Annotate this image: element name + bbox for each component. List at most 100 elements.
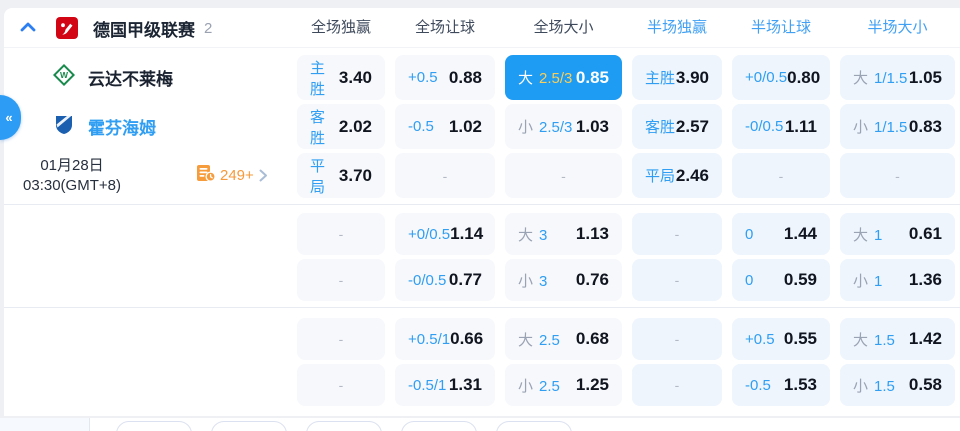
odds-value: 0.83 bbox=[908, 116, 942, 136]
odds-cell-ft-handicap-away[interactable]: -0.5 1.02 bbox=[395, 104, 495, 149]
odds-cell-ft-handicap[interactable]: -0.5/1 1.31 bbox=[395, 364, 495, 406]
odds-value: 1.11 bbox=[784, 116, 817, 136]
empty-odds-dash: - bbox=[338, 226, 344, 242]
over-label: 大 bbox=[518, 331, 534, 349]
odds-cell-ft-draw[interactable]: 平局 3.70 bbox=[297, 153, 385, 198]
odds-value: 0.59 bbox=[783, 270, 817, 289]
table-row: - -0/0.5 0.77 小 3 0.76 - 0 0.59 小 1 1.36 bbox=[4, 257, 960, 303]
under-label: 小 bbox=[853, 119, 869, 136]
under-label: 小 bbox=[518, 377, 534, 395]
more-markets-link[interactable]: 249+ bbox=[196, 164, 268, 187]
handicap-line: +0.5 bbox=[745, 330, 775, 348]
overunder-line: 2.5/3 bbox=[539, 119, 573, 136]
odds-cell-ft-under[interactable]: 小 2.5/3 1.03 bbox=[505, 104, 622, 149]
over-label: 大 bbox=[518, 70, 534, 87]
odds-cell-ht-win-home[interactable]: 主胜 3.90 bbox=[632, 55, 722, 100]
odds-cell-ht-handicap[interactable]: -0.5 1.53 bbox=[732, 364, 830, 406]
over-label: 大 bbox=[853, 331, 869, 349]
odds-cell-empty: - bbox=[297, 259, 385, 301]
odds-value: 1.53 bbox=[783, 375, 817, 394]
empty-odds-dash: - bbox=[674, 272, 680, 288]
odds-value: 2.46 bbox=[675, 165, 709, 185]
odds-cell-ht-under[interactable]: 小 1 1.36 bbox=[840, 259, 955, 301]
overunder-line: 2.5 bbox=[539, 331, 560, 349]
handicap-line: 0 bbox=[745, 225, 754, 243]
league-header: 德国甲级联赛 2 全场独赢 全场让球 全场大小 半场独赢 半场让球 半场大小 bbox=[4, 8, 960, 48]
selection-cluster: 小 1 bbox=[853, 270, 882, 291]
odds-section-main: W 云达不莱梅 主胜 3.40 +0.5 0.88 大 2.5/3 0.85 主… bbox=[4, 48, 960, 204]
odds-value: 0.58 bbox=[908, 375, 942, 394]
odds-cell-ht-handicap-home[interactable]: +0/0.5 0.80 bbox=[732, 55, 830, 100]
over-label: 大 bbox=[518, 226, 534, 244]
column-header-ft-handicap: 全场让球 bbox=[414, 19, 475, 36]
market-tab-pill[interactable] bbox=[401, 421, 477, 431]
odds-cell-ft-handicap-home[interactable]: +0.5 0.88 bbox=[395, 55, 495, 100]
odds-cell-ht-over[interactable]: 大 1.5 1.42 bbox=[840, 318, 955, 360]
odds-cell-empty: - bbox=[297, 213, 385, 255]
odds-value: 0.88 bbox=[448, 67, 482, 87]
selection-cluster: 小 1.5 bbox=[853, 375, 895, 396]
odds-cell-ft-under[interactable]: 小 3 0.76 bbox=[505, 259, 622, 301]
odds-cell-ft-over[interactable]: 大 3 1.13 bbox=[505, 213, 622, 255]
odds-cell-ft-over[interactable]: 大 2.5 0.68 bbox=[505, 318, 622, 360]
odds-cell-empty: - bbox=[505, 153, 622, 198]
odds-cell-ft-win-home[interactable]: 主胜 3.40 bbox=[297, 55, 385, 100]
row-spacer bbox=[4, 362, 292, 408]
selection-label: 平局 bbox=[645, 168, 676, 185]
market-tab-pill[interactable] bbox=[211, 421, 287, 431]
odds-cell-ft-handicap[interactable]: -0/0.5 0.77 bbox=[395, 259, 495, 301]
svg-text:W: W bbox=[60, 70, 69, 80]
empty-odds-dash: - bbox=[674, 377, 680, 393]
odds-value: 0.66 bbox=[450, 329, 484, 348]
odds-cell-ht-over[interactable]: 大 1 0.61 bbox=[840, 213, 955, 255]
selection-cluster: 大 1/1.5 bbox=[853, 67, 907, 88]
odds-cell-ht-over[interactable]: 大 1/1.5 1.05 bbox=[840, 55, 955, 100]
handicap-line: +0/0.5 bbox=[408, 225, 451, 243]
under-label: 小 bbox=[853, 272, 869, 290]
odds-cell-ht-under[interactable]: 小 1.5 0.58 bbox=[840, 364, 955, 406]
odds-cell-ht-draw[interactable]: 平局 2.46 bbox=[632, 153, 722, 198]
market-tabs-pills bbox=[116, 418, 572, 431]
match-info-cell: 01月28日 03:30(GMT+8) 249+ bbox=[4, 151, 292, 200]
odds-cell-empty: - bbox=[395, 153, 495, 198]
odds-cell-ft-under[interactable]: 小 2.5 1.25 bbox=[505, 364, 622, 406]
row-spacer bbox=[4, 316, 292, 362]
odds-cell-ht-under[interactable]: 小 1/1.5 0.83 bbox=[840, 104, 955, 149]
odds-cell-ht-handicap[interactable]: 0 0.59 bbox=[732, 259, 830, 301]
home-team-row: W 云达不莱梅 bbox=[4, 53, 292, 102]
market-tab-pill[interactable] bbox=[496, 421, 572, 431]
empty-odds-dash: - bbox=[561, 167, 566, 184]
collapse-league-button[interactable] bbox=[20, 19, 36, 37]
empty-odds-dash: - bbox=[338, 331, 344, 347]
empty-odds-dash: - bbox=[338, 377, 344, 393]
handicap-line: -0.5 bbox=[745, 376, 771, 394]
overunder-line: 1.5 bbox=[874, 377, 895, 395]
empty-odds-dash: - bbox=[338, 272, 344, 288]
odds-value: 3.40 bbox=[338, 67, 372, 87]
odds-cell-ft-handicap[interactable]: +0/0.5 1.14 bbox=[395, 213, 495, 255]
odds-value: 0.68 bbox=[575, 329, 609, 348]
odds-cell-empty: - bbox=[840, 153, 955, 198]
markets-list-icon bbox=[196, 164, 216, 187]
odds-cell-ft-handicap[interactable]: +0.5/1 0.66 bbox=[395, 318, 495, 360]
market-tab-pill[interactable] bbox=[116, 421, 192, 431]
odds-cell-ft-win-away[interactable]: 客胜 2.02 bbox=[297, 104, 385, 149]
table-row: - +0/0.5 1.14 大 3 1.13 - 0 1.44 大 1 0.61 bbox=[4, 211, 960, 257]
odds-cell-ht-handicap-away[interactable]: -0/0.5 1.11 bbox=[732, 104, 830, 149]
odds-cell-ht-win-away[interactable]: 客胜 2.57 bbox=[632, 104, 722, 149]
odds-section-alt-lines-1: - +0/0.5 1.14 大 3 1.13 - 0 1.44 大 1 0.61… bbox=[4, 205, 960, 307]
market-tab-pill[interactable] bbox=[306, 421, 382, 431]
odds-cell-ht-handicap[interactable]: 0 1.44 bbox=[732, 213, 830, 255]
odds-value: 1.31 bbox=[448, 375, 482, 394]
odds-cell-ht-handicap[interactable]: +0.5 0.55 bbox=[732, 318, 830, 360]
empty-odds-dash: - bbox=[778, 167, 784, 184]
overunder-line: 2.5 bbox=[539, 377, 560, 395]
match-time: 03:30(GMT+8) bbox=[23, 176, 121, 194]
market-tabs-bar bbox=[0, 418, 960, 431]
odds-cell-ft-over-selected[interactable]: 大 2.5/3 0.85 bbox=[505, 55, 622, 100]
odds-cell-empty: - bbox=[632, 213, 722, 255]
odds-value: 2.02 bbox=[338, 116, 372, 136]
odds-cell-empty: - bbox=[732, 153, 830, 198]
league-title: 德国甲级联赛 bbox=[93, 20, 195, 40]
overunder-line: 2.5/3 bbox=[539, 70, 573, 87]
